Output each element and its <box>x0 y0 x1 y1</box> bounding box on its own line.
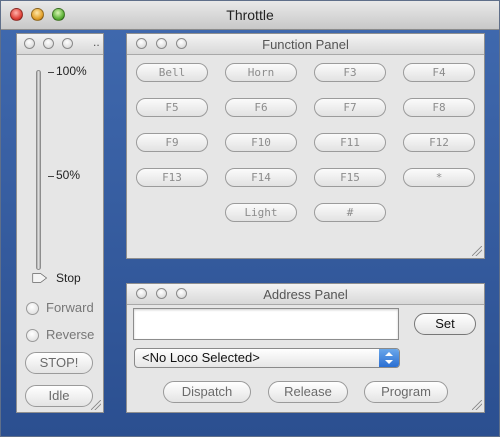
function-panel-title: Function Panel <box>262 37 349 52</box>
window-title: Throttle <box>226 7 274 23</box>
function-panel-frame: Function Panel Bell Horn F3 F4 F5 F6 F7 F8 F9 F10… <box>126 33 485 259</box>
function-button-f12[interactable]: F12 <box>403 133 475 152</box>
function-button-f14[interactable]: F14 <box>225 168 297 187</box>
speed-slider-thumb[interactable] <box>32 271 48 285</box>
loco-select-value: <No Loco Selected> <box>142 350 260 365</box>
function-button-horn[interactable]: Horn <box>225 63 297 82</box>
function-button-f15[interactable]: F15 <box>314 168 386 187</box>
tick-label-50: 50% <box>56 168 81 182</box>
speed-slider-track[interactable] <box>36 70 41 270</box>
frame-close-button[interactable] <box>24 38 35 49</box>
function-button-hash[interactable]: # <box>314 203 386 222</box>
function-button-bell[interactable]: Bell <box>136 63 208 82</box>
function-button-f5[interactable]: F5 <box>136 98 208 117</box>
address-panel-titlebar[interactable]: Address Panel <box>127 284 484 305</box>
desktop-area: .. 100% 50% Stop Forward Reverse STOP! I… <box>1 30 499 436</box>
function-button-f6[interactable]: F6 <box>225 98 297 117</box>
tick-top <box>48 72 54 73</box>
reverse-radio[interactable] <box>26 329 39 342</box>
function-button-f11[interactable]: F11 <box>314 133 386 152</box>
address-panel-title: Address Panel <box>263 287 348 302</box>
forward-label: Forward <box>46 300 94 315</box>
window-titlebar[interactable]: Throttle <box>1 1 499 30</box>
function-button-star[interactable]: * <box>403 168 475 187</box>
tick-label-100: 100% <box>56 64 87 78</box>
resize-grip-icon[interactable] <box>472 246 482 256</box>
tick-mid <box>48 176 54 177</box>
function-button-f4[interactable]: F4 <box>403 63 475 82</box>
function-button-f13[interactable]: F13 <box>136 168 208 187</box>
program-button[interactable]: Program <box>364 381 448 403</box>
function-panel-titlebar[interactable]: Function Panel <box>127 34 484 55</box>
function-button-f8[interactable]: F8 <box>403 98 475 117</box>
frame-minimize-button[interactable] <box>43 38 54 49</box>
stop-button[interactable]: STOP! <box>25 352 93 374</box>
address-input[interactable] <box>133 308 399 340</box>
function-button-f3[interactable]: F3 <box>314 63 386 82</box>
function-button-f9[interactable]: F9 <box>136 133 208 152</box>
select-arrows-icon[interactable] <box>379 349 399 367</box>
function-button-light[interactable]: Light <box>225 203 297 222</box>
throttle-control-frame: .. 100% 50% Stop Forward Reverse STOP! I… <box>16 33 104 413</box>
idle-button[interactable]: Idle <box>25 385 93 407</box>
loco-select[interactable]: <No Loco Selected> <box>134 348 400 368</box>
resize-grip-icon[interactable] <box>91 400 101 410</box>
reverse-label: Reverse <box>46 327 95 342</box>
frame-maximize-button[interactable] <box>62 38 73 49</box>
dispatch-button[interactable]: Dispatch <box>163 381 251 403</box>
address-panel-frame: Address Panel Set <No Loco Selected> Dis… <box>126 283 485 413</box>
tick-label-stop: Stop <box>56 271 81 285</box>
release-button[interactable]: Release <box>268 381 348 403</box>
forward-radio[interactable] <box>26 302 39 315</box>
frame-title-ellipsis: .. <box>93 35 100 49</box>
function-button-f10[interactable]: F10 <box>225 133 297 152</box>
resize-grip-icon[interactable] <box>472 400 482 410</box>
set-button[interactable]: Set <box>414 313 476 335</box>
function-button-f7[interactable]: F7 <box>314 98 386 117</box>
throttle-window: Throttle .. 100% 50% Stop Forward Revers… <box>0 0 500 437</box>
throttle-control-titlebar[interactable]: .. <box>17 34 103 55</box>
